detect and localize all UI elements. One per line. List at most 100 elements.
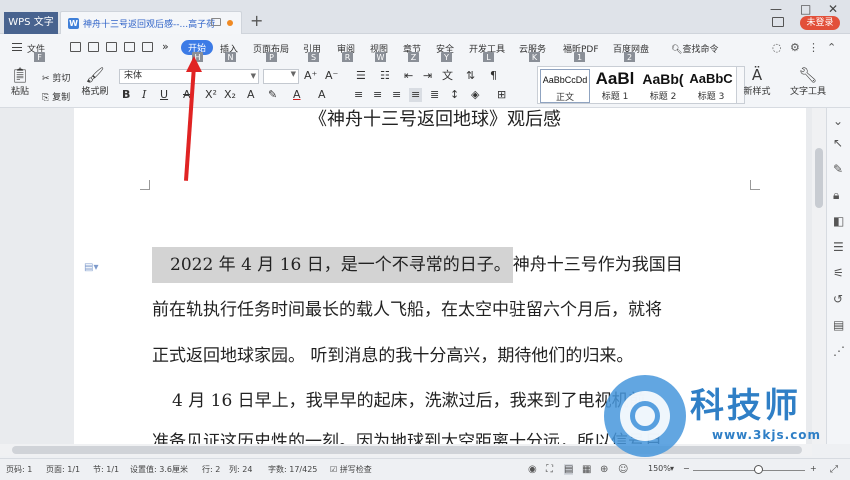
new-tab-plus-icon[interactable]: +: [250, 13, 263, 29]
paragraph-layout-icon[interactable]: ▤▾: [84, 262, 98, 273]
sort-icon[interactable]: ⇅: [466, 69, 475, 83]
decrease-font-icon[interactable]: A⁻: [325, 69, 338, 83]
collapse-ribbon-chevron-icon[interactable]: ⌃: [827, 41, 836, 54]
monitor-icon[interactable]: [211, 18, 221, 26]
document-tab[interactable]: W 神舟十三号返回观后感--...高子荷: [60, 11, 242, 34]
distributed-align-icon[interactable]: ≣: [430, 88, 439, 102]
print-icon[interactable]: [124, 42, 135, 52]
superscript-icon[interactable]: X²: [205, 88, 217, 102]
new-style-button[interactable]: Ä 新样式: [738, 66, 776, 97]
text-tools-button[interactable]: 🔧︎ 文字工具: [786, 66, 830, 97]
align-center-icon[interactable]: ≡: [373, 88, 382, 102]
list-icon[interactable]: ☰: [833, 240, 844, 254]
reading-mode-icon[interactable]: ☺: [618, 464, 628, 475]
subscript-icon[interactable]: X₂: [224, 88, 236, 102]
zoom-slider-handle[interactable]: [754, 465, 763, 474]
style-heading-1[interactable]: AaBl 标题 1: [590, 69, 640, 103]
format-painter-button[interactable]: 🖌︎ 格式刷: [80, 66, 110, 97]
share-nodes-icon[interactable]: ⋰: [833, 344, 845, 358]
copy-button[interactable]: ⎘ 复制: [42, 90, 70, 103]
open-folder-icon[interactable]: [70, 42, 81, 52]
zoom-dropdown-chevron-icon[interactable]: ▾: [670, 464, 674, 473]
paragraph-line-1[interactable]: 2022 年 4 月 16 日，是一个不寻常的日子。 神舟十三号作为我国目: [152, 247, 683, 283]
zoom-in-icon[interactable]: +: [810, 464, 817, 473]
select-cursor-icon[interactable]: ↖: [833, 136, 843, 150]
phonetic-icon[interactable]: A: [247, 88, 255, 102]
close-button[interactable]: ✕: [828, 2, 838, 16]
paragraph-line-2[interactable]: 前在轨执行任务时间最长的载人飞船，在太空中驻留六个月后，就将: [152, 295, 662, 320]
collapse-arrow-icon[interactable]: ⌄: [833, 114, 843, 128]
paste-button[interactable]: 📋︎ 粘贴: [8, 66, 32, 97]
fit-page-icon[interactable]: ⤢: [830, 464, 838, 475]
status-pages[interactable]: 页面: 1/1: [46, 464, 80, 475]
maximize-button[interactable]: □: [800, 2, 811, 16]
zoom-out-icon[interactable]: −: [683, 464, 690, 473]
style-normal[interactable]: AaBbCcDd 正文: [540, 69, 590, 103]
settings-gear-icon[interactable]: ⚙: [790, 41, 800, 54]
book-icon[interactable]: ▤: [833, 318, 844, 332]
char-shading-icon[interactable]: A: [318, 88, 326, 102]
document-title[interactable]: 《神舟十三号返回地球》观后感: [185, 105, 685, 131]
line-spacing-icon[interactable]: ↕: [450, 88, 459, 102]
chinese-layout-icon[interactable]: 文: [442, 69, 453, 83]
italic-icon[interactable]: I: [142, 88, 146, 102]
status-row[interactable]: 行: 2: [202, 464, 220, 475]
status-setting-value[interactable]: 设置值: 3.6厘米: [130, 464, 188, 475]
search-command[interactable]: 🔍︎查找命令: [671, 42, 718, 55]
minimize-button[interactable]: —: [770, 2, 782, 16]
vertical-scrollbar[interactable]: [812, 108, 826, 444]
highlight-icon[interactable]: ✎: [268, 88, 277, 102]
paragraph-line-3[interactable]: 正式返回地球家园。 听到消息的我十分高兴，期待他们的归来。: [152, 341, 633, 366]
decrease-indent-icon[interactable]: ⇤: [404, 69, 413, 83]
eye-protection-icon[interactable]: ◉: [528, 464, 537, 475]
paragraph-line-5[interactable]: 准备见证这历史性的一刻。因为地球到太空距离十分远，所以信号目: [152, 430, 662, 444]
increase-indent-icon[interactable]: ⇥: [423, 69, 432, 83]
font-size-select[interactable]: ▼: [263, 69, 299, 84]
shading-icon[interactable]: ◈: [471, 88, 479, 102]
align-left-icon[interactable]: ≡: [354, 88, 363, 102]
selected-text-highlight[interactable]: 2022 年 4 月 16 日，是一个不寻常的日子。: [152, 247, 513, 283]
show-marks-icon[interactable]: ¶: [490, 69, 497, 83]
justify-icon[interactable]: ≡: [409, 88, 423, 102]
status-section[interactable]: 节: 1/1: [93, 464, 119, 475]
status-page-code[interactable]: 页码: 1: [6, 464, 32, 475]
vertical-scroll-thumb[interactable]: [815, 148, 823, 208]
style-heading-3[interactable]: AaBbC 标题 3: [686, 69, 736, 103]
adjust-icon[interactable]: ◧: [833, 214, 844, 228]
cut-button[interactable]: ✂ 剪切: [42, 71, 70, 84]
save-icon[interactable]: [88, 42, 99, 52]
more-chevron-icon[interactable]: »: [162, 40, 169, 53]
hamburger-menu-icon[interactable]: [12, 43, 22, 51]
login-button[interactable]: 未登录: [800, 16, 840, 30]
bold-icon[interactable]: B: [122, 88, 130, 102]
screen-icon[interactable]: [772, 17, 784, 27]
lock-icon[interactable]: 🔒︎: [833, 188, 839, 203]
page-view-icon[interactable]: ▤: [564, 464, 574, 475]
zoom-slider-track[interactable]: [693, 470, 805, 471]
horizontal-scrollbar[interactable]: [0, 444, 812, 456]
outline-view-icon[interactable]: ▦: [582, 464, 591, 475]
align-right-icon[interactable]: ≡: [392, 88, 401, 102]
zoom-level[interactable]: 150%: [648, 464, 671, 473]
share-icon[interactable]: ⋮: [808, 41, 819, 54]
history-icon[interactable]: ↺: [833, 292, 843, 306]
pen-icon[interactable]: ✎: [833, 162, 843, 176]
filter-icon[interactable]: ⚟: [833, 266, 844, 280]
increase-font-icon[interactable]: A⁺: [304, 69, 317, 83]
comment-icon[interactable]: ◌: [772, 41, 782, 54]
spellcheck-toggle[interactable]: ☑ 拼写检查: [330, 464, 372, 475]
numbered-list-icon[interactable]: ☷: [380, 69, 390, 83]
underline-icon[interactable]: U: [160, 88, 168, 102]
full-screen-icon[interactable]: ⛶: [546, 464, 553, 475]
border-icon[interactable]: ⊞: [497, 88, 506, 102]
horizontal-scroll-thumb[interactable]: [12, 446, 802, 454]
print-preview-icon[interactable]: [142, 42, 153, 52]
status-word-count[interactable]: 字数: 17/425: [268, 464, 317, 475]
font-color-icon[interactable]: A: [293, 88, 301, 102]
bullet-list-icon[interactable]: ☰: [356, 69, 366, 83]
paragraph-line-4[interactable]: 4 月 16 日早上，我早早的起床，洗漱过后，我来到了电视机前，: [172, 386, 663, 411]
web-view-icon[interactable]: ⊕: [600, 464, 608, 475]
app-tab-wps[interactable]: WPS 文字: [4, 12, 58, 34]
export-icon[interactable]: [106, 42, 117, 52]
status-column[interactable]: 列: 24: [229, 464, 252, 475]
